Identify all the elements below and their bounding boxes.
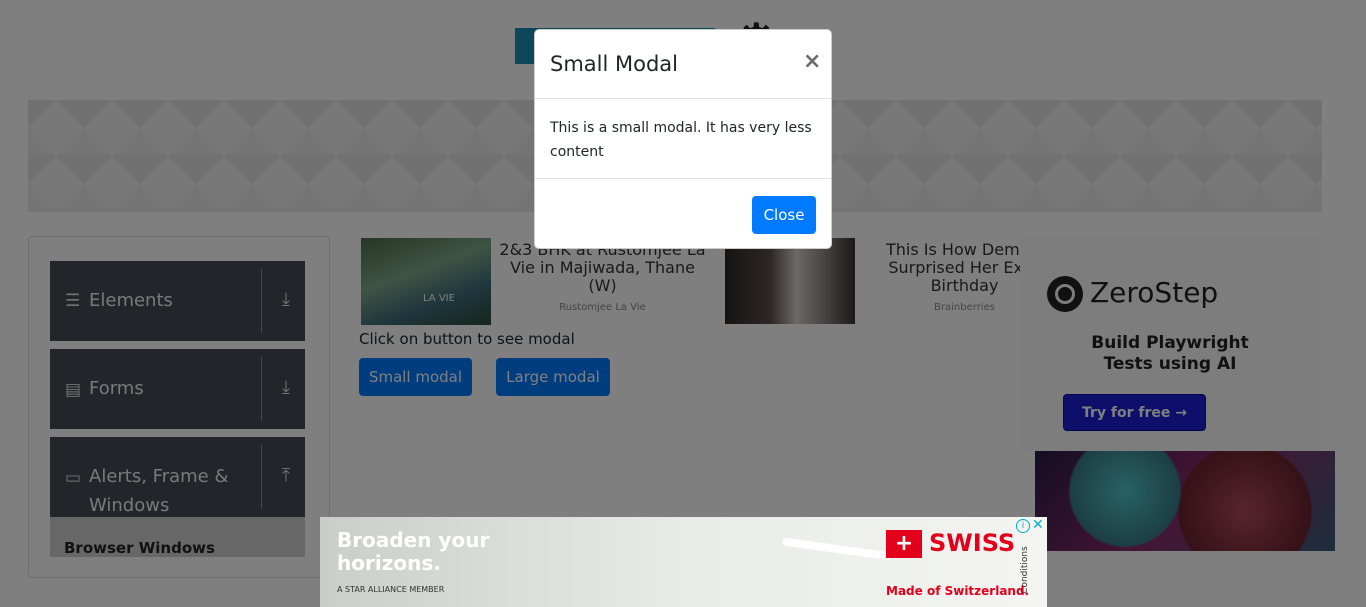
swiss-brand: SWISS [929,529,1016,557]
modal-header: Small Modal × [535,30,831,99]
ad-headline: Broaden your horizons. [337,529,537,575]
modal-body-text: This is a small modal. It has very less … [550,120,812,160]
headline-line: Broaden your [337,528,490,552]
close-icon[interactable]: ✕ [1032,517,1044,533]
conditions-link[interactable]: Conditions [1019,537,1045,607]
ad-tagline: Made of Switzerland. [886,584,1030,598]
conditions-label: Conditions [1019,546,1030,594]
small-modal-dialog: Small Modal × This is a small modal. It … [534,29,832,249]
modal-footer: Close [535,178,831,249]
ad-subtext: A STAR ALLIANCE MEMBER [337,585,445,594]
modal-title: Small Modal [550,52,678,76]
close-button[interactable]: Close [752,196,816,234]
airplane-icon [781,537,893,561]
swiss-cross-icon: + [886,530,922,558]
bottom-banner-ad[interactable]: Broaden your horizons. A STAR ALLIANCE M… [320,517,1047,607]
close-icon[interactable]: × [797,48,827,75]
info-icon[interactable]: i [1016,519,1030,533]
headline-line: horizons. [337,551,441,575]
